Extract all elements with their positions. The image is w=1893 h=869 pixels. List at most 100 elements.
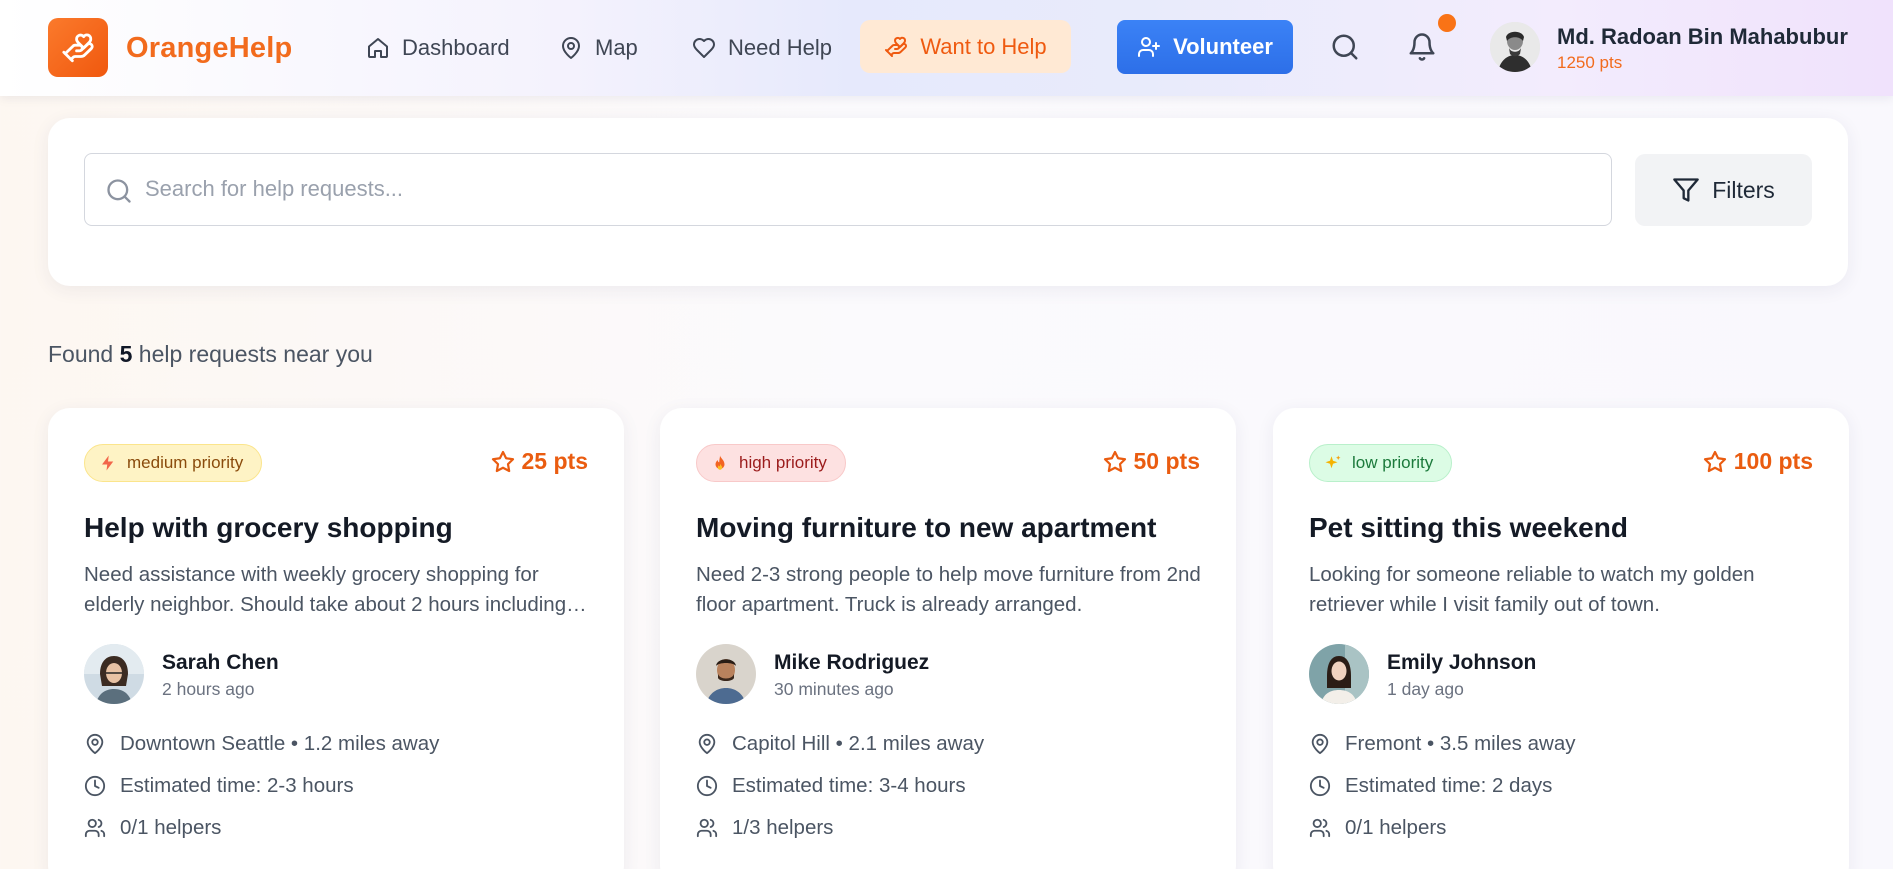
points-reward: 100 pts [1703, 448, 1813, 475]
helpers-row: 0/1 helpers [1309, 814, 1446, 842]
helpers-row: 1/3 helpers [696, 814, 833, 842]
search-icon [107, 179, 131, 203]
map-pin-icon [86, 733, 104, 755]
notifications-button[interactable] [1407, 32, 1437, 67]
card-description: Need assistance with weekly grocery shop… [84, 563, 567, 616]
nav-dashboard-label: Dashboard [402, 35, 510, 60]
card-title[interactable]: Moving furniture to new apartment [696, 512, 1206, 544]
estimate-text: Estimated time: 2-3 hours [120, 774, 354, 797]
location-row: Downtown Seattle • 1.2 miles away [84, 730, 439, 758]
posted-time: 30 minutes ago [774, 679, 894, 699]
author-name[interactable]: Sarah Chen [162, 651, 279, 675]
avatar[interactable] [1309, 644, 1369, 704]
notification-indicator [1438, 14, 1456, 32]
time-row: Estimated time: 2 days [1309, 772, 1552, 800]
user-points: 1250 pts [1557, 53, 1623, 72]
results-count: Found 5 help requests near you [48, 341, 373, 368]
clock-icon [696, 775, 718, 797]
location-text: Downtown Seattle • 1.2 miles away [120, 732, 440, 755]
card-title[interactable]: Pet sitting this weekend [1309, 512, 1819, 544]
results-number: 5 [119, 341, 133, 367]
posted-time: 2 hours ago [162, 679, 255, 699]
search-panel: Filters [48, 118, 1848, 286]
flame-icon [715, 455, 725, 470]
filters-button[interactable]: Filters [1635, 154, 1812, 226]
points-reward: 50 pts [1103, 448, 1200, 475]
nav-want-to-help[interactable]: Want to Help [860, 20, 1071, 73]
heart-icon [693, 38, 715, 58]
time-row: Estimated time: 2-3 hours [84, 772, 354, 800]
map-pin-icon [698, 733, 716, 755]
users-icon [1309, 818, 1331, 838]
user-avatar[interactable] [1490, 22, 1540, 72]
priority-badge: medium priority [84, 444, 263, 482]
points-label: 25 pts [521, 448, 588, 474]
author-name[interactable]: Emily Johnson [1387, 651, 1536, 675]
search-input[interactable] [145, 154, 1595, 224]
hand-heart-icon [885, 36, 908, 57]
brand-name[interactable]: OrangeHelp [126, 32, 292, 65]
logo-mark[interactable] [48, 18, 108, 77]
author-name[interactable]: Mike Rodriguez [774, 651, 929, 675]
map-pin-icon [1311, 733, 1329, 755]
priority-label: medium priority [127, 453, 244, 472]
time-row: Estimated time: 3-4 hours [696, 772, 966, 800]
top-navbar: OrangeHelp Dashboard Map Need Help Want … [0, 0, 1893, 96]
users-icon [84, 818, 106, 838]
star-icon [1103, 450, 1126, 472]
priority-label: high priority [739, 453, 827, 472]
posted-time: 1 day ago [1387, 679, 1464, 699]
location-row: Fremont • 3.5 miles away [1309, 730, 1575, 758]
filter-icon [1673, 178, 1700, 202]
points-reward: 25 pts [491, 448, 588, 475]
help-request-card[interactable]: low priority 100 pts Pet sitting this we… [1273, 408, 1849, 869]
star-icon [1703, 450, 1726, 472]
star-icon [491, 450, 514, 472]
map-pin-icon [562, 37, 580, 59]
clock-icon [1309, 775, 1331, 797]
volunteer-button[interactable]: Volunteer [1117, 20, 1293, 74]
priority-label: low priority [1352, 453, 1434, 472]
location-row: Capitol Hill • 2.1 miles away [696, 730, 984, 758]
location-text: Capitol Hill • 2.1 miles away [732, 732, 985, 755]
nav-need-help[interactable]: Need Help [692, 30, 832, 66]
volunteer-button-label: Volunteer [1173, 34, 1273, 59]
points-label: 50 pts [1133, 448, 1200, 474]
location-text: Fremont • 3.5 miles away [1345, 732, 1576, 755]
help-request-card[interactable]: medium priority 25 pts Help with grocery… [48, 408, 624, 869]
users-icon [696, 818, 718, 838]
helpers-row: 0/1 helpers [84, 814, 221, 842]
filters-button-label: Filters [1712, 176, 1775, 203]
card-description: Looking for someone reliable to watch my… [1309, 563, 1755, 616]
user-plus-icon [1138, 37, 1161, 57]
clock-icon [84, 775, 106, 797]
card-description: Need 2-3 strong people to help move furn… [696, 563, 1201, 616]
search-field[interactable] [84, 153, 1612, 226]
helpers-text: 0/1 helpers [120, 816, 222, 839]
estimate-text: Estimated time: 2 days [1345, 774, 1553, 797]
helpers-text: 1/3 helpers [732, 816, 834, 839]
helpers-text: 0/1 helpers [1345, 816, 1447, 839]
hand-heart-icon [62, 33, 94, 62]
avatar[interactable] [84, 644, 144, 704]
avatar[interactable] [696, 644, 756, 704]
search-icon [1332, 34, 1358, 60]
nav-map[interactable]: Map [559, 30, 638, 66]
bell-icon [1409, 33, 1435, 61]
zap-icon [102, 455, 114, 471]
help-request-card[interactable]: high priority 50 pts Moving furniture to… [660, 408, 1236, 869]
results-prefix: Found [48, 341, 114, 367]
estimate-text: Estimated time: 3-4 hours [732, 774, 966, 797]
results-suffix: help requests near you [138, 341, 373, 367]
priority-badge: high priority [696, 444, 846, 482]
sparkles-icon [1325, 455, 1341, 469]
nav-want-to-help-label: Want to Help [920, 33, 1047, 59]
nav-dashboard[interactable]: Dashboard [366, 30, 510, 66]
user-name[interactable]: Md. Radoan Bin Mahabubur [1557, 24, 1848, 50]
nav-need-help-label: Need Help [728, 35, 832, 60]
priority-badge: low priority [1309, 444, 1453, 482]
home-icon [368, 38, 388, 58]
nav-map-label: Map [595, 35, 638, 60]
card-title[interactable]: Help with grocery shopping [84, 512, 594, 544]
header-search-button[interactable] [1330, 32, 1360, 67]
